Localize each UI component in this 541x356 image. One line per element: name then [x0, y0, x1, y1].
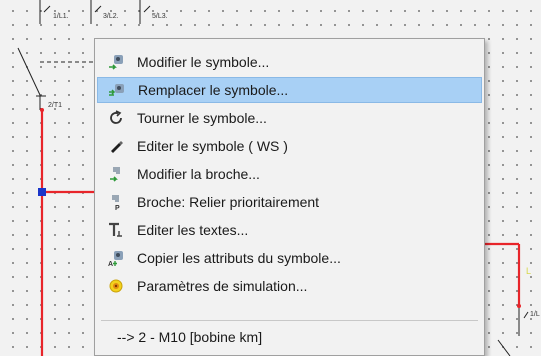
- menu-item-target-reference[interactable]: --> 2 - M10 [bobine km]: [117, 329, 262, 345]
- menu-item-rotate-symbol[interactable]: Tourner le symbole...: [97, 105, 482, 131]
- pin-label: 2/T1: [48, 102, 63, 109]
- pin-label: 3/L2.: [103, 13, 119, 20]
- menu-item-pin-priority[interactable]: P Broche: Relier prioritairement: [97, 189, 482, 215]
- menu-item-copy-attributes[interactable]: A Copier les attributs du symbole...: [97, 245, 482, 271]
- pen-icon: [107, 137, 125, 155]
- menu-separator: [101, 320, 478, 321]
- pin-priority-icon: P: [107, 193, 125, 211]
- svg-text:P: P: [115, 205, 120, 211]
- context-menu: Modifier le symbole... Remplacer le symb…: [94, 38, 485, 356]
- svg-text:A: A: [108, 261, 113, 267]
- simulation-icon: [107, 277, 125, 295]
- junction-point[interactable]: [38, 188, 46, 196]
- menu-item-edit-texts[interactable]: Editer les textes...: [97, 217, 482, 243]
- menu-item-simulation-params[interactable]: Paramètres de simulation...: [97, 273, 482, 299]
- copy-attributes-icon: A: [107, 249, 125, 267]
- menu-item-modify-symbol[interactable]: Modifier le symbole...: [97, 49, 482, 75]
- menu-item-edit-symbol-ws[interactable]: Editer le symbole ( WS ): [97, 133, 482, 159]
- partial-label: L: [526, 266, 532, 276]
- pin-label: 1/L1.: [53, 13, 69, 20]
- text-edit-icon: [107, 221, 125, 239]
- modify-pin-icon: [107, 165, 125, 183]
- replace-symbol-icon: [108, 81, 126, 99]
- pin-label: 5/L3.: [152, 13, 168, 20]
- menu-item-modify-pin[interactable]: Modifier la broche...: [97, 161, 482, 187]
- pin-label: 1/L: [530, 311, 540, 318]
- menu-item-replace-symbol[interactable]: Remplacer le symbole...: [97, 77, 482, 103]
- modify-symbol-icon: [107, 53, 125, 71]
- rotate-icon: [107, 109, 125, 127]
